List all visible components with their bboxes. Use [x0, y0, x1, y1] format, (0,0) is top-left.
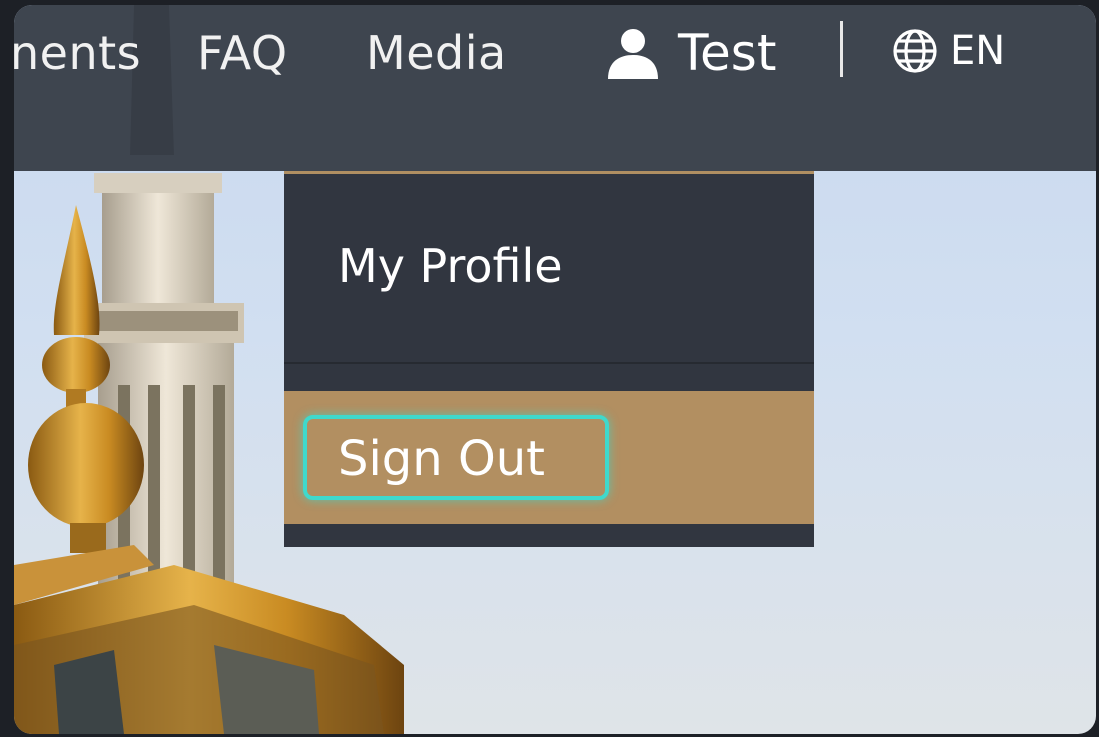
nav-link-partial[interactable]: nents [14, 23, 141, 83]
dropdown-item-sign-out[interactable]: Sign Out [284, 391, 814, 524]
sign-out-label: Sign Out [338, 431, 545, 487]
top-navbar: nents FAQ Media Test EN [14, 5, 1096, 171]
nav-link-media[interactable]: Media [366, 23, 507, 83]
user-menu-toggle[interactable]: Test [606, 21, 776, 85]
person-icon [608, 29, 658, 79]
language-label: EN [950, 28, 1006, 74]
nav-divider [840, 21, 843, 77]
app-window: nents FAQ Media Test EN My Profile Sign … [14, 5, 1096, 734]
nav-link-faq[interactable]: FAQ [197, 23, 288, 83]
user-dropdown-menu: My Profile Sign Out [284, 171, 814, 547]
globe-icon [893, 29, 937, 73]
dropdown-item-my-profile[interactable]: My Profile [284, 174, 814, 364]
user-name-label: Test [678, 24, 777, 82]
my-profile-label: My Profile [338, 239, 563, 293]
language-selector[interactable]: EN [892, 23, 1005, 79]
